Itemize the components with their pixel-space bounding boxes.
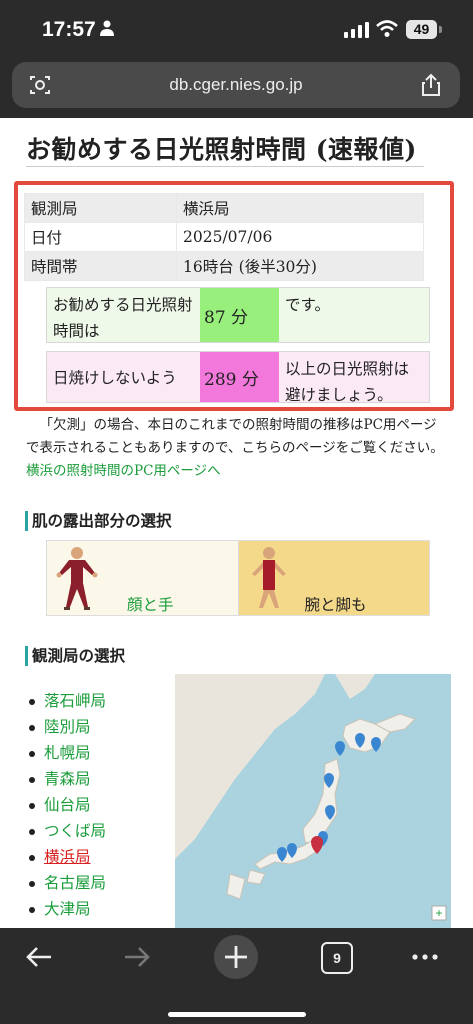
pc-page-link[interactable]: 横浜の照射時間のPC用ページへ [26,463,221,479]
station-link[interactable]: 落石岬局 [26,688,106,714]
notice-text: 「欠測」の場合、本日のこれまでの照射時間の推移はPC用ページで表示されることもあ… [26,417,444,456]
skin-section-title: 肌の露出部分の選択 [25,511,172,531]
skin-option-arms-legs[interactable]: 腕と脚も [237,541,429,615]
sunburn-limit-value: 289 分 [200,352,279,402]
info-key: 時間帯 [24,251,177,281]
table-row: 日付 2025/07/06 [24,222,424,252]
back-arrow-icon[interactable] [24,942,54,972]
station-link[interactable]: 札幌局 [26,740,106,766]
table-row: 時間帯 16時台 (後半30分) [24,251,424,281]
info-key: 観測局 [24,193,177,223]
info-value: 16時台 (後半30分) [176,251,424,281]
battery-indicator: 49 [406,20,437,39]
more-options-icon[interactable] [410,942,440,972]
url-text[interactable]: db.cger.nies.go.jp [12,75,460,95]
status-bar: 17:57 49 [0,0,473,60]
observation-info-table: 観測局 横浜局 日付 2025/07/06 時間帯 16時台 (後半30分) [24,193,424,281]
sunburn-limit-suffix: 以上の日光照射は避けましょう。 [285,360,410,404]
station-link[interactable]: 青森局 [26,766,106,792]
browser-address-area: db.cger.nies.go.jp [0,60,473,118]
tab-count-button[interactable]: 9 [321,942,353,974]
missing-data-notice: 「欠測」の場合、本日のこれまでの照射時間の推移はPC用ページで表示されることもあ… [26,414,446,483]
new-tab-button[interactable] [214,935,258,979]
home-indicator [168,1012,306,1017]
japan-map-graphic: + [175,674,451,928]
skin-option-face-hands[interactable]: 顔と手 [47,541,238,615]
svg-text:+: + [435,906,442,920]
browser-toolbar: 9 [0,928,473,1024]
address-bar[interactable]: db.cger.nies.go.jp [12,62,460,108]
skin-option-label[interactable]: 腕と脚も [305,593,367,615]
forward-arrow-icon[interactable] [122,942,152,972]
recommended-time-label: お勧めする日光照射時間は [53,296,193,340]
recommended-time-row: お勧めする日光照射時間は 87 分 です。 [46,287,430,343]
title-divider [26,166,424,167]
station-link[interactable]: 仙台局 [26,792,106,818]
info-value: 横浜局 [176,193,424,223]
station-section-title: 観測局の選択 [25,646,125,666]
clock: 17:57 [42,18,96,41]
station-link[interactable]: つくば局 [26,818,106,844]
sunburn-limit-row: 日焼けしないよう 289 分 以上の日光照射は避けましょう。 [46,351,430,404]
info-value: 2025/07/06 [176,222,424,252]
recommended-time-value: 87 分 [200,288,279,342]
page-title: お勧めする日光照射時間 (速報値) [26,135,417,164]
share-icon[interactable] [420,73,442,97]
station-map[interactable]: + [175,674,451,928]
plus-icon [225,946,247,968]
cellular-signal-icon [344,22,369,38]
station-link-active[interactable]: 横浜局 [26,844,106,870]
station-list: 落石岬局 陸別局 札幌局 青森局 仙台局 つくば局 横浜局 名古屋局 大津局 [26,688,106,922]
station-link[interactable]: 名古屋局 [26,870,106,896]
skin-exposure-selector: 顔と手 腕と脚も [46,540,430,616]
info-key: 日付 [24,222,177,252]
person-figure-icon [56,547,98,610]
wifi-icon [376,20,398,37]
table-row: 観測局 横浜局 [24,193,424,223]
station-link[interactable]: 陸別局 [26,714,106,740]
station-link[interactable]: 大津局 [26,896,106,922]
sunburn-limit-label: 日焼けしないよう [53,369,177,387]
battery-cap [439,26,442,33]
web-page: お勧めする日光照射時間 (速報値) 観測局 横浜局 日付 2025/07/06 時間… [0,118,473,928]
skin-option-label[interactable]: 顔と手 [127,593,174,615]
recommended-time-suffix: です。 [285,296,330,314]
person-icon [100,20,114,36]
